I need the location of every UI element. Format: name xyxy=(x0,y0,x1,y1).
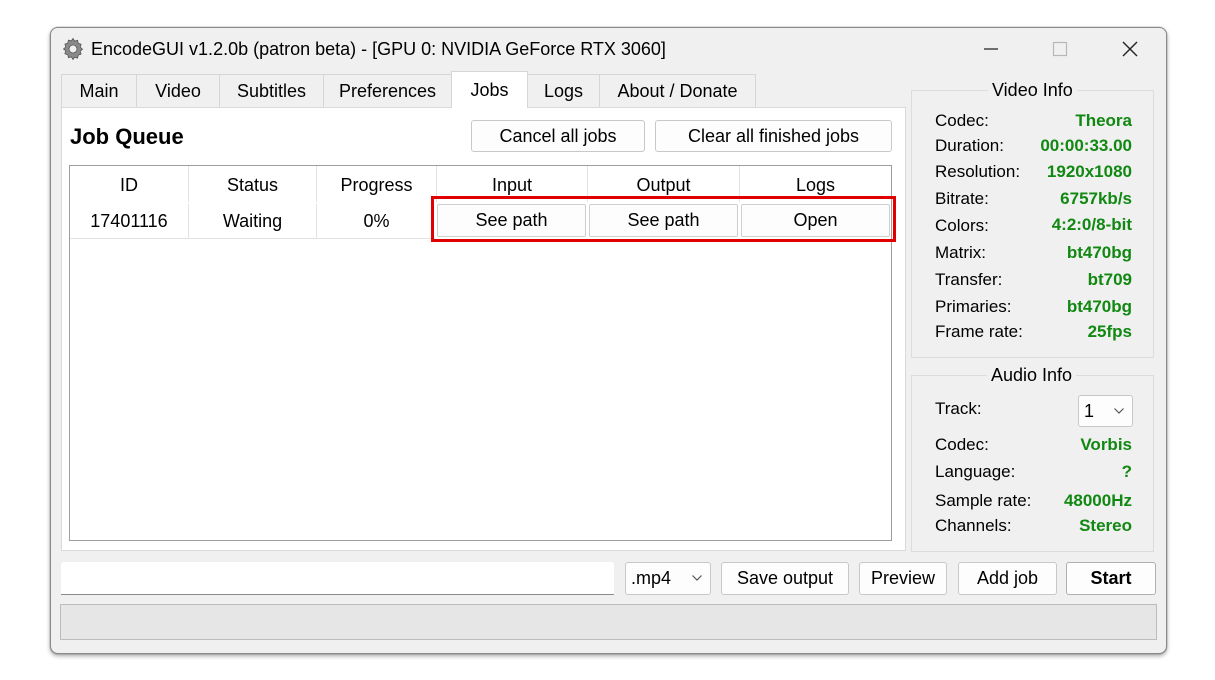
row-divider xyxy=(70,238,436,239)
tab-jobs[interactable]: Jobs xyxy=(451,71,528,108)
duration-value: 00:00:33.00 xyxy=(1040,136,1132,155)
window-title: EncodeGUI v1.2.0b (patron beta) - [GPU 0… xyxy=(91,39,666,59)
chevron-down-icon xyxy=(692,575,702,581)
close-button[interactable] xyxy=(1107,28,1153,70)
highlight-box xyxy=(431,196,896,242)
tab-main[interactable]: Main xyxy=(61,74,137,107)
close-icon xyxy=(1122,41,1138,57)
encode-progress-bar xyxy=(60,604,1157,640)
transfer-value: bt709 xyxy=(1087,270,1132,289)
tab-preferences[interactable]: Preferences xyxy=(323,74,452,107)
tab-about-donate[interactable]: About / Donate xyxy=(599,74,756,107)
add-job-button[interactable]: Add job xyxy=(958,562,1057,595)
job-id-cell: 17401116 xyxy=(90,210,168,231)
frame-rate-value: 25fps xyxy=(1087,322,1132,341)
video-info-title: Video Info xyxy=(988,80,1077,101)
column-divider xyxy=(316,204,317,238)
minimize-button[interactable] xyxy=(968,28,1014,70)
frame-rate-label: Frame rate: xyxy=(935,322,1023,341)
tab-subtitles[interactable]: Subtitles xyxy=(219,74,324,107)
bitrate-label: Bitrate: xyxy=(935,189,989,208)
main-window: EncodeGUI v1.2.0b (patron beta) - [GPU 0… xyxy=(50,27,1167,654)
preview-button[interactable]: Preview xyxy=(859,562,947,595)
page-title: Job Queue xyxy=(70,124,184,149)
track-label: Track: xyxy=(935,399,982,418)
codec-label: Codec: xyxy=(935,111,989,130)
column-header-status[interactable]: Status xyxy=(189,166,316,204)
tab-video[interactable]: Video xyxy=(136,74,220,107)
language-value: ? xyxy=(1121,462,1132,481)
matrix-value: bt470bg xyxy=(1066,243,1132,262)
container-format-value: .mp4 xyxy=(631,568,672,588)
duration-label: Duration: xyxy=(935,136,1004,155)
job-progress-cell: 0% xyxy=(363,210,390,231)
clear-finished-jobs-button[interactable]: Clear all finished jobs xyxy=(655,120,892,152)
maximize-button[interactable] xyxy=(1037,28,1083,70)
colors-value: 4:2:0/8-bit xyxy=(1051,215,1132,234)
column-header-id[interactable]: ID xyxy=(70,166,188,204)
cancel-all-jobs-button[interactable]: Cancel all jobs xyxy=(471,120,645,152)
transfer-label: Transfer: xyxy=(935,270,1003,289)
primaries-label: Primaries: xyxy=(935,297,1012,316)
audio-info-group: Audio Info Track: 1 Codec: Vorbis Langua… xyxy=(911,365,1154,552)
sample-rate-label: Sample rate: xyxy=(935,491,1032,510)
track-select[interactable]: 1 xyxy=(1078,395,1133,427)
column-divider xyxy=(188,204,189,238)
minimize-icon xyxy=(984,48,998,50)
gear-icon xyxy=(62,37,84,61)
matrix-label: Matrix: xyxy=(935,243,986,262)
language-label: Language: xyxy=(935,462,1016,481)
codec-value: Theora xyxy=(1075,111,1132,130)
sample-rate-value: 48000Hz xyxy=(1063,491,1132,510)
channels-label: Channels: xyxy=(935,516,1012,535)
save-output-button[interactable]: Save output xyxy=(721,562,849,595)
bitrate-value: 6757kb/s xyxy=(1060,189,1132,208)
resolution-value: 1920x1080 xyxy=(1046,162,1132,181)
column-header-progress[interactable]: Progress xyxy=(317,166,436,204)
job-status-cell: Waiting xyxy=(222,210,283,231)
jobs-panel: Job Queue Cancel all jobs Clear all fini… xyxy=(61,107,906,551)
channels-value: Stereo xyxy=(1079,516,1132,535)
title-bar: EncodeGUI v1.2.0b (patron beta) - [GPU 0… xyxy=(51,28,1166,70)
tab-logs[interactable]: Logs xyxy=(527,74,600,107)
audio-codec-value: Vorbis xyxy=(1080,435,1132,454)
resolution-label: Resolution: xyxy=(935,162,1021,181)
colors-label: Colors: xyxy=(935,216,989,235)
maximize-icon xyxy=(1052,41,1068,57)
audio-codec-label: Codec: xyxy=(935,435,989,454)
video-info-group: Video Info Codec: Theora Duration: 00:00… xyxy=(911,80,1154,358)
primaries-value: bt470bg xyxy=(1066,297,1132,316)
output-path-input[interactable] xyxy=(61,562,614,595)
container-format-select[interactable]: .mp4 xyxy=(625,562,711,595)
chevron-down-icon xyxy=(1114,408,1124,414)
audio-info-title: Audio Info xyxy=(987,365,1077,386)
start-button[interactable]: Start xyxy=(1066,562,1156,595)
track-select-value: 1 xyxy=(1084,401,1095,421)
